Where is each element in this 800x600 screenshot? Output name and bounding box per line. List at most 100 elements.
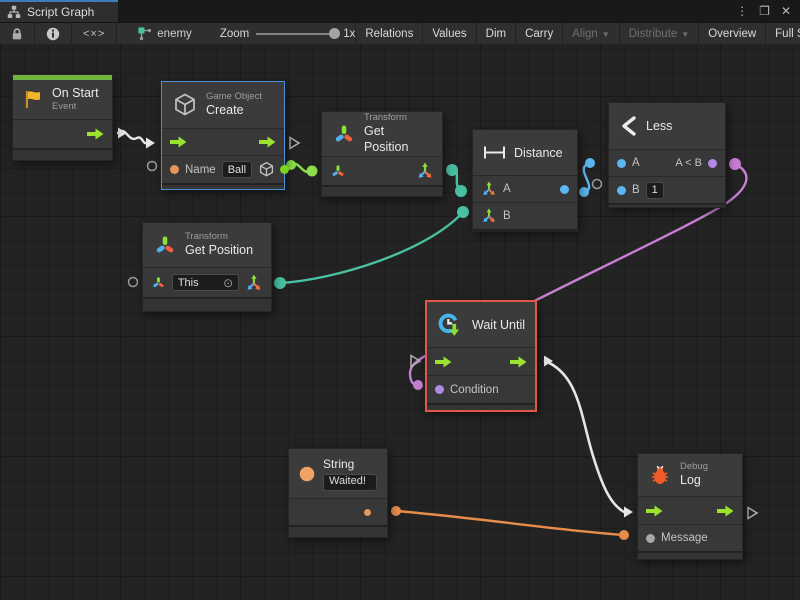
flow-input-port[interactable] (170, 136, 187, 148)
game-object-output-port[interactable] (280, 165, 289, 174)
wire-end-dot (585, 158, 595, 168)
node-title: Log (680, 473, 708, 489)
transform-icon (153, 233, 177, 257)
maximize-icon[interactable]: ❐ (759, 4, 770, 18)
string-output-port[interactable] (364, 509, 371, 516)
message-input-port[interactable] (646, 534, 655, 543)
tab-script-graph[interactable]: Script Graph (0, 0, 118, 22)
number-output-port[interactable] (560, 185, 569, 194)
node-debug-log[interactable]: Debug Log Message (637, 453, 743, 560)
wire-getposition-bottom-to-distance-b[interactable] (280, 212, 463, 283)
node-footer (609, 203, 725, 207)
b-value-field[interactable]: 1 (646, 182, 664, 199)
node-game-object-create[interactable]: Game Object Create Name Ball (161, 81, 285, 190)
dim-button[interactable]: Dim (477, 23, 516, 44)
node-footer (143, 297, 271, 311)
lock-button[interactable] (0, 23, 35, 44)
node-title: Wait Until (472, 318, 525, 332)
port-label: B (632, 184, 640, 196)
node-footer (13, 148, 112, 160)
carry-button[interactable]: Carry (516, 23, 563, 44)
port-label: Name (185, 164, 216, 176)
bool-input-port[interactable] (435, 385, 444, 394)
vector3-input-port-a[interactable] (481, 181, 497, 197)
port-label: Message (661, 532, 708, 544)
node-on-start-event[interactable]: On Start Event (12, 74, 113, 161)
number-input-port-a[interactable] (617, 159, 626, 168)
node-wait-until[interactable]: Wait Until Condition (425, 300, 537, 412)
flag-icon (23, 89, 44, 110)
string-type-icon (299, 463, 315, 485)
vector3-output-port[interactable] (416, 162, 434, 180)
wire-end-dot (729, 158, 741, 170)
node-title: On Start (52, 86, 99, 102)
transform-input-port[interactable] (330, 163, 346, 179)
node-get-position-top[interactable]: Transform Get Position (321, 111, 443, 197)
vector3-input-port-b[interactable] (481, 208, 497, 224)
title-bar: Script Graph ⋮ ❐ ✕ (0, 0, 800, 22)
less-than-icon (619, 115, 638, 137)
info-icon (46, 27, 60, 41)
unconnected-port-triangle (411, 356, 420, 367)
wire-end-dot (619, 530, 629, 540)
node-category: Transform (364, 112, 432, 124)
node-string-literal[interactable]: String Waited! (288, 448, 388, 538)
wire-wait-to-log[interactable] (545, 361, 624, 512)
string-input-port[interactable] (170, 165, 179, 174)
flow-output-port[interactable] (510, 356, 527, 368)
zoom-control: Zoom 1x (220, 23, 356, 44)
node-less[interactable]: Less A A < B B 1 (608, 102, 726, 208)
script-graph-window: Script Graph ⋮ ❐ ✕ <×> (0, 0, 800, 600)
vector3-output-port[interactable] (245, 274, 263, 292)
port-label: A (503, 183, 511, 195)
relations-button[interactable]: Relations (355, 23, 423, 44)
values-button[interactable]: Values (423, 23, 476, 44)
name-value-field[interactable]: Ball (222, 161, 252, 178)
target-object-field[interactable]: This ⊙ (172, 274, 239, 291)
graph-toolbar: <×> enemy Zoom 1x Relations Values Dim C… (0, 22, 800, 44)
node-get-position-bottom[interactable]: Transform Get Position This ⊙ (142, 222, 272, 312)
cube-icon (172, 92, 198, 118)
wire-string-to-log-message[interactable] (396, 511, 624, 535)
tab-title: Script Graph (27, 5, 94, 19)
toolbar-buttons: Relations Values Dim Carry Align▼ Distri… (355, 23, 800, 44)
zoom-slider[interactable] (256, 33, 336, 35)
bool-output-port[interactable] (708, 159, 717, 168)
result-port-label: A < B (675, 157, 702, 169)
flow-output-port[interactable] (717, 505, 734, 517)
flow-in-arrowhead (146, 138, 155, 149)
chevron-down-icon: ▼ (681, 30, 689, 39)
wire-end-dot (413, 380, 423, 390)
flow-input-port[interactable] (435, 356, 452, 368)
lock-icon (11, 27, 23, 41)
wire-end-dot (579, 187, 589, 197)
flow-output-port[interactable] (259, 136, 276, 148)
node-category: Event (52, 101, 99, 113)
flow-output-port[interactable] (87, 128, 104, 140)
breadcrumb-label: enemy (157, 28, 192, 40)
fullscreen-button[interactable]: Full Screen (766, 23, 800, 44)
node-distance[interactable]: Distance A (472, 129, 578, 232)
port-label: Condition (450, 384, 499, 396)
transform-input-port[interactable] (151, 275, 166, 290)
code-view-button[interactable]: <×> (72, 23, 117, 44)
close-icon[interactable]: ✕ (781, 4, 791, 18)
graph-breadcrumb[interactable]: enemy (137, 23, 192, 44)
node-footer (289, 525, 387, 537)
unconnected-port-circle (593, 180, 602, 189)
info-button[interactable] (35, 23, 72, 44)
zoom-slider-handle[interactable] (329, 28, 340, 39)
distribute-button[interactable]: Distribute▼ (620, 23, 700, 44)
flow-input-port[interactable] (646, 505, 663, 517)
node-footer (322, 185, 442, 196)
graph-canvas[interactable]: On Start Event Game Object Create (0, 44, 800, 600)
string-value-field[interactable]: Waited! (323, 474, 377, 491)
number-input-port-b[interactable] (617, 186, 626, 195)
code-icon: <×> (83, 28, 105, 40)
overview-button[interactable]: Overview (699, 23, 766, 44)
node-title: Distance (514, 146, 563, 160)
port-label: A (632, 157, 640, 169)
window-menu-icon[interactable]: ⋮ (736, 4, 748, 18)
align-button[interactable]: Align▼ (563, 23, 620, 44)
object-picker-icon[interactable]: ⊙ (217, 276, 233, 290)
